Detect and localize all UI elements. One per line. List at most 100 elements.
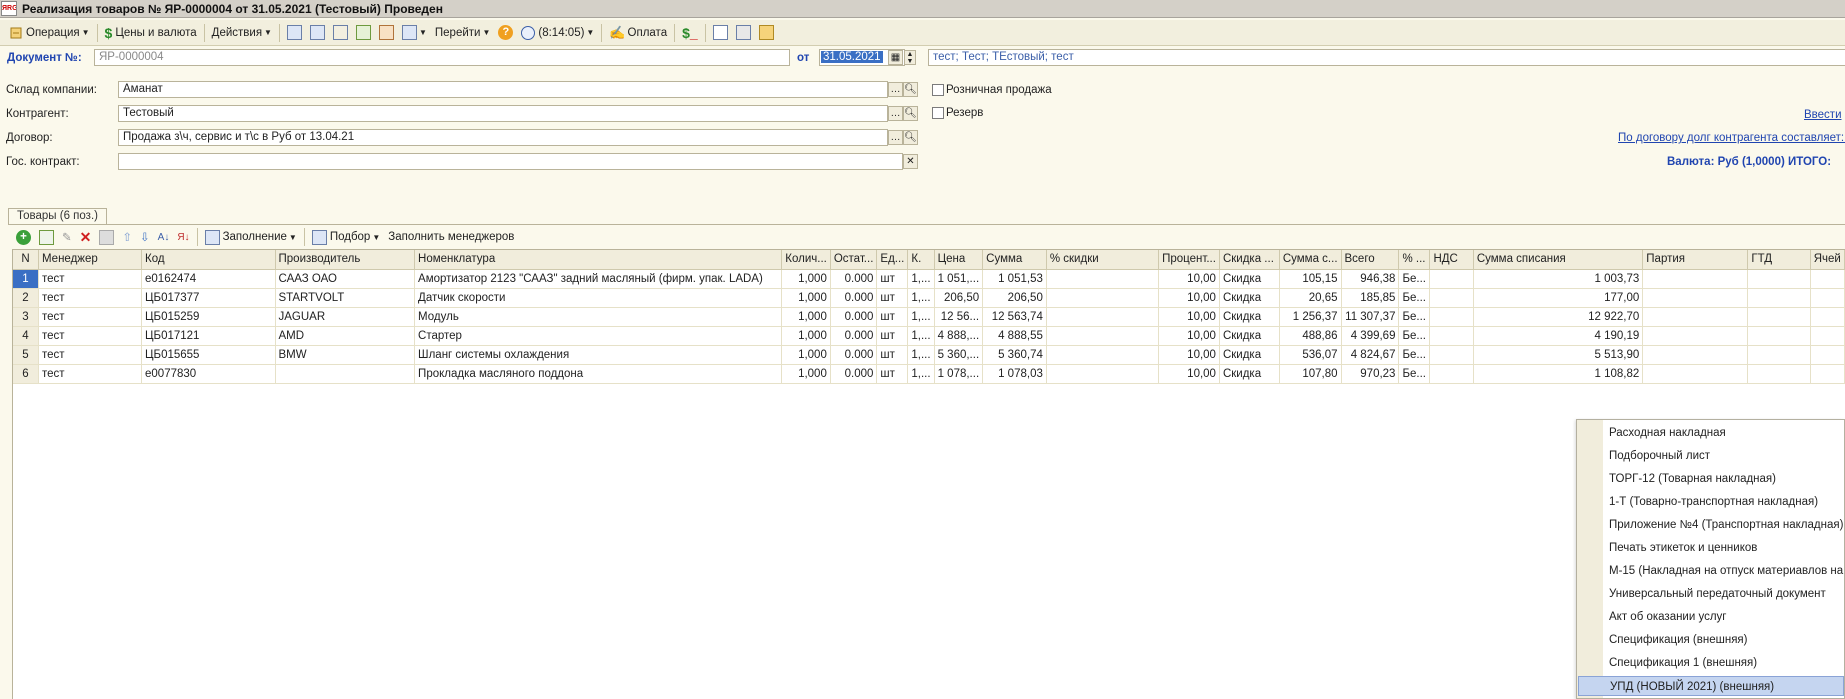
print-menu-item[interactable]: УПД (НОВЫЙ 2021) (внешняя) — [1578, 676, 1844, 696]
table-cell[interactable]: 1 256,37 — [1279, 307, 1342, 327]
table-cell[interactable]: 1,000 — [781, 345, 831, 365]
table-cell[interactable]: 4 190,19 — [1473, 326, 1644, 346]
column-header[interactable]: Колич... — [781, 250, 831, 270]
table-cell[interactable]: Бе... — [1398, 288, 1431, 308]
column-header[interactable]: Производитель — [275, 250, 416, 270]
table-cell[interactable] — [1429, 288, 1474, 308]
table-cell[interactable]: 1,000 — [781, 326, 831, 346]
table-cell[interactable]: 5 360,... — [934, 345, 984, 365]
calendar-button[interactable]: ▦ — [888, 50, 903, 65]
table-cell[interactable]: 0.000 — [830, 326, 878, 346]
table-cell[interactable] — [1747, 364, 1811, 384]
table-cell[interactable] — [1642, 364, 1749, 384]
table-cell[interactable]: BMW — [275, 345, 416, 365]
doc-number-field[interactable]: ЯР-0000004 — [94, 49, 790, 66]
table-cell[interactable]: 1,... — [907, 364, 935, 384]
fill-menu-button[interactable]: Заполнение ▼ — [201, 226, 301, 248]
column-header[interactable]: Код — [141, 250, 276, 270]
column-header[interactable]: % скидки — [1046, 250, 1160, 270]
table-cell[interactable] — [1046, 288, 1160, 308]
column-header[interactable]: НДС — [1429, 250, 1474, 270]
table-cell[interactable] — [275, 364, 416, 384]
structure-button[interactable]: ▼ — [398, 22, 431, 44]
table-cell[interactable] — [1642, 269, 1749, 289]
column-header[interactable]: Менеджер — [38, 250, 143, 270]
print-menu-item[interactable]: Спецификация (внешняя) — [1609, 630, 1747, 650]
table-cell[interactable]: 177,00 — [1473, 288, 1644, 308]
table-cell[interactable]: 10,00 — [1158, 326, 1220, 346]
print-menu-item[interactable]: Спецификация 1 (внешняя) — [1609, 653, 1757, 673]
table-cell[interactable]: 1,000 — [781, 269, 831, 289]
table-cell[interactable] — [1810, 307, 1845, 327]
print-menu-item[interactable]: Расходная накладная — [1609, 423, 1726, 443]
table-cell[interactable]: 1,000 — [781, 364, 831, 384]
warehouse-field[interactable]: Аманат — [118, 81, 888, 98]
table-cell[interactable]: 206,50 — [934, 288, 984, 308]
column-header[interactable]: Цена — [934, 250, 984, 270]
table-cell[interactable]: Шланг системы охлаждения — [414, 345, 783, 365]
table-cell[interactable] — [1747, 307, 1811, 327]
prices-button[interactable]: $ Цены и валюта — [101, 22, 201, 44]
table-cell[interactable] — [1747, 345, 1811, 365]
table-cell[interactable]: тест — [38, 345, 143, 365]
table-cell[interactable]: AMD — [275, 326, 416, 346]
table-cell[interactable]: шт — [876, 307, 909, 327]
end-edit-button[interactable] — [95, 226, 118, 248]
row-number[interactable]: 3 — [13, 307, 39, 327]
sort-asc-button[interactable]: A↓ — [154, 226, 174, 248]
table-cell[interactable]: Бе... — [1398, 345, 1431, 365]
delete-row-button[interactable]: ✕ — [76, 226, 96, 248]
table-cell[interactable]: 1 078,... — [934, 364, 984, 384]
hierarchy-button[interactable] — [709, 22, 732, 44]
table-cell[interactable]: 1 051,... — [934, 269, 984, 289]
table-cell[interactable]: шт — [876, 345, 909, 365]
table-cell[interactable]: ЦБ015259 — [141, 307, 276, 327]
table-cell[interactable]: 4 399,69 — [1341, 326, 1400, 346]
table-cell[interactable]: е0162474 — [141, 269, 276, 289]
row-number[interactable]: 4 — [13, 326, 39, 346]
counterparty-open-button[interactable]: 🔍︎ — [903, 106, 918, 121]
column-header[interactable]: Партия — [1642, 250, 1749, 270]
table-cell[interactable]: шт — [876, 326, 909, 346]
table-cell[interactable] — [1642, 326, 1749, 346]
table-cell[interactable]: 12 922,70 — [1473, 307, 1644, 327]
table-cell[interactable]: 107,80 — [1279, 364, 1342, 384]
report-button[interactable] — [352, 22, 375, 44]
table-cell[interactable] — [1429, 364, 1474, 384]
table-cell[interactable] — [1642, 288, 1749, 308]
move-up-button[interactable]: ⇧ — [118, 226, 136, 248]
counterparty-select-button[interactable]: … — [888, 106, 903, 121]
tags-field[interactable]: тест; Тест; ТЕстовый; тест — [928, 49, 1845, 66]
table-cell[interactable]: 1,... — [907, 288, 935, 308]
table-cell[interactable] — [1429, 307, 1474, 327]
row-number[interactable]: 5 — [13, 345, 39, 365]
operation-menu-button[interactable]: Операция ▼ — [4, 22, 94, 44]
table-cell[interactable]: 10,00 — [1158, 345, 1220, 365]
table-cell[interactable]: Скидка — [1219, 364, 1280, 384]
table-cell[interactable] — [1046, 269, 1160, 289]
table-cell[interactable] — [1747, 288, 1811, 308]
help-button[interactable]: ? — [494, 22, 517, 44]
contract-field[interactable]: Продажа з\ч, сервис и т\с в Руб от 13.04… — [118, 129, 888, 146]
column-header[interactable]: N — [13, 250, 39, 270]
table-cell[interactable]: Амортизатор 2123 "СААЗ" задний масляный … — [414, 269, 783, 289]
table-cell[interactable]: 536,07 — [1279, 345, 1342, 365]
row-number[interactable]: 2 — [13, 288, 39, 308]
table-cell[interactable]: 1,000 — [781, 288, 831, 308]
move-down-button[interactable]: ⇩ — [136, 226, 154, 248]
table-row[interactable]: 3 тест ЦБ015259 JAGUAR Модуль 1,000 0.000 шт 1,.… — [13, 307, 1845, 327]
table-cell[interactable] — [1810, 364, 1845, 384]
table-cell[interactable]: Скидка — [1219, 345, 1280, 365]
table-cell[interactable]: 12 56... — [934, 307, 984, 327]
table-cell[interactable]: 105,15 — [1279, 269, 1342, 289]
table-cell[interactable]: STARTVOLT — [275, 288, 416, 308]
print-menu-item[interactable]: Подборочный лист — [1609, 446, 1710, 466]
table-cell[interactable] — [1046, 364, 1160, 384]
table-cell[interactable]: 0.000 — [830, 269, 878, 289]
table-cell[interactable]: 1 078,03 — [982, 364, 1047, 384]
table-cell[interactable]: шт — [876, 269, 909, 289]
table-cell[interactable]: Бе... — [1398, 364, 1431, 384]
table-cell[interactable]: 1 003,73 — [1473, 269, 1644, 289]
table-cell[interactable]: ЦБ017377 — [141, 288, 276, 308]
table-cell[interactable]: СААЗ ОАО — [275, 269, 416, 289]
